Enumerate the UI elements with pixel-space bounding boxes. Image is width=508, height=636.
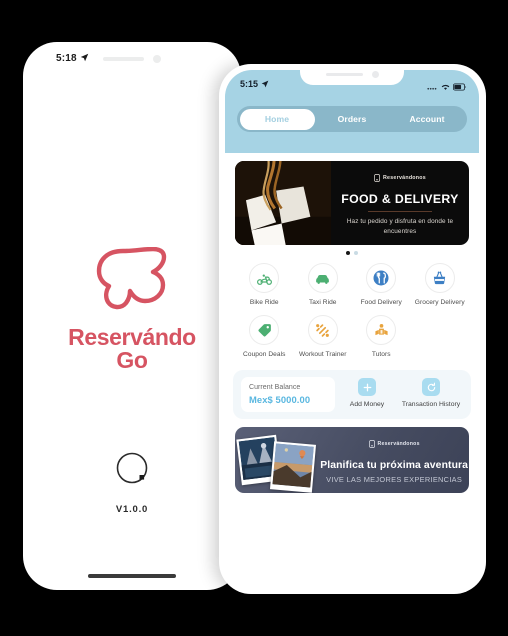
splash-phone: 5:18 Reservándo Go V1.0.0 [23, 42, 241, 590]
splash-home-indicator [88, 574, 176, 578]
service-food-delivery[interactable]: Food Delivery [352, 263, 411, 307]
splash-brand: Reservándo Go [68, 324, 196, 374]
speaker-grille-icon [325, 72, 363, 77]
battery-icon [453, 78, 467, 96]
reservandonos-mark-icon [374, 169, 380, 187]
refresh-icon [422, 378, 440, 397]
banner2-brand-label: Reservándonos [377, 441, 420, 448]
app-phone: 5:15 Home Orders Account Reservándonos F… [219, 64, 486, 594]
service-workout-trainer[interactable]: Workout Trainer [294, 315, 353, 359]
app-status-bar: 5:15 [225, 70, 479, 102]
add-money-label: Add Money [349, 401, 385, 409]
banner1-divider [367, 211, 432, 213]
app-screen: 5:15 Home Orders Account Reservándonos F… [225, 70, 479, 588]
app-status-time-group: 5:15 [240, 79, 269, 89]
scooter-icon [249, 263, 280, 293]
service-label: Food Delivery [360, 299, 402, 306]
banner-dot-2[interactable] [354, 251, 358, 255]
reservando-r-cloud-logo [93, 246, 171, 318]
transaction-history-button[interactable]: Transaction History [399, 378, 463, 410]
banner-dot-1[interactable] [346, 251, 350, 255]
banner1-brand: Reservándonos [374, 169, 426, 187]
banner1-brand-label: Reservándonos [382, 175, 426, 182]
brand-line-1: Reservándo [68, 324, 196, 350]
plus-icon [358, 378, 376, 397]
screenshot-stage: 5:18 Reservándo Go V1.0.0 5:15 Home Orde… [0, 0, 508, 636]
service-label: Bike Ride [249, 299, 279, 306]
balance-value: Mex$ 5000.00 [249, 393, 311, 405]
app-status-time: 5:15 [240, 79, 259, 89]
banner1-subtitle: Haz tu pedido y disfruta en donde te enc… [346, 218, 454, 235]
service-tutors[interactable]: Tutors [352, 315, 411, 359]
reservandonos-mark-icon [368, 435, 375, 453]
transaction-history-label: Transaction History [401, 401, 461, 409]
app-header: 5:15 Home Orders Account [225, 70, 479, 153]
service-coupon-deals[interactable]: Coupon Deals [235, 315, 294, 359]
app-status-indicators [427, 78, 467, 96]
banner2-subtitle: VIVE LAS MEJORES EXPERIENCIAS [326, 475, 463, 485]
tutor-icon [366, 315, 397, 346]
travel-photo-collage [236, 431, 331, 493]
service-label: Grocery Delivery [414, 299, 465, 306]
front-camera-icon [371, 71, 379, 78]
app-home-indicator [305, 577, 399, 581]
balance-card[interactable]: Current Balance Mex$ 5000.00 [241, 376, 335, 412]
car-icon [307, 263, 338, 293]
tab-orders[interactable]: Orders [315, 109, 390, 130]
app-version-label: V1.0.0 [115, 503, 149, 515]
app-notch [300, 70, 404, 85]
service-label: Workout Trainer [298, 351, 347, 359]
balance-label: Current Balance [249, 383, 301, 391]
banner2-title: Planifica tu próxima aventura [320, 460, 469, 472]
dumbbell-icon [307, 315, 338, 346]
app-content: Reservándonos FOOD & DELIVERY Haz tu ped… [225, 153, 479, 588]
service-label: Coupon Deals [243, 351, 286, 359]
banner2-brand: Reservándonos [368, 435, 420, 453]
promo-banner-food-delivery[interactable]: Reservándonos FOOD & DELIVERY Haz tu ped… [235, 161, 469, 245]
tab-home[interactable]: Home [239, 108, 315, 130]
loading-spinner-icon [114, 450, 150, 491]
service-taxi-ride[interactable]: Taxi Ride [294, 263, 353, 307]
service-grocery-delivery[interactable]: Grocery Delivery [411, 263, 470, 307]
basket-icon [424, 263, 455, 293]
tab-account[interactable]: Account [390, 109, 465, 130]
brand-line-2: Go [116, 347, 148, 374]
service-empty-slot [411, 315, 470, 359]
add-money-button[interactable]: Add Money [335, 378, 399, 410]
services-grid: Bike Ride Taxi Ride Food Delivery Grocer… [235, 263, 469, 360]
service-label: Taxi Ride [308, 299, 337, 306]
service-bike-ride[interactable]: Bike Ride [235, 263, 294, 307]
tag-icon [249, 315, 280, 346]
cutlery-icon [366, 263, 397, 293]
banner1-title: FOOD & DELIVERY [341, 192, 459, 207]
signal-dots-icon [427, 78, 438, 96]
noodle-takeout-box-photo [235, 161, 331, 245]
wallet-section: Current Balance Mex$ 5000.00 Add Money T… [233, 369, 471, 419]
service-label: Tutors [371, 351, 391, 359]
banner-page-dots[interactable] [225, 251, 479, 255]
promo-banner-travel[interactable]: Reservándonos Planifica tu próxima avent… [235, 426, 469, 493]
wifi-icon [441, 78, 450, 96]
app-tab-bar[interactable]: Home Orders Account [237, 106, 467, 132]
location-arrow-icon [261, 80, 269, 90]
